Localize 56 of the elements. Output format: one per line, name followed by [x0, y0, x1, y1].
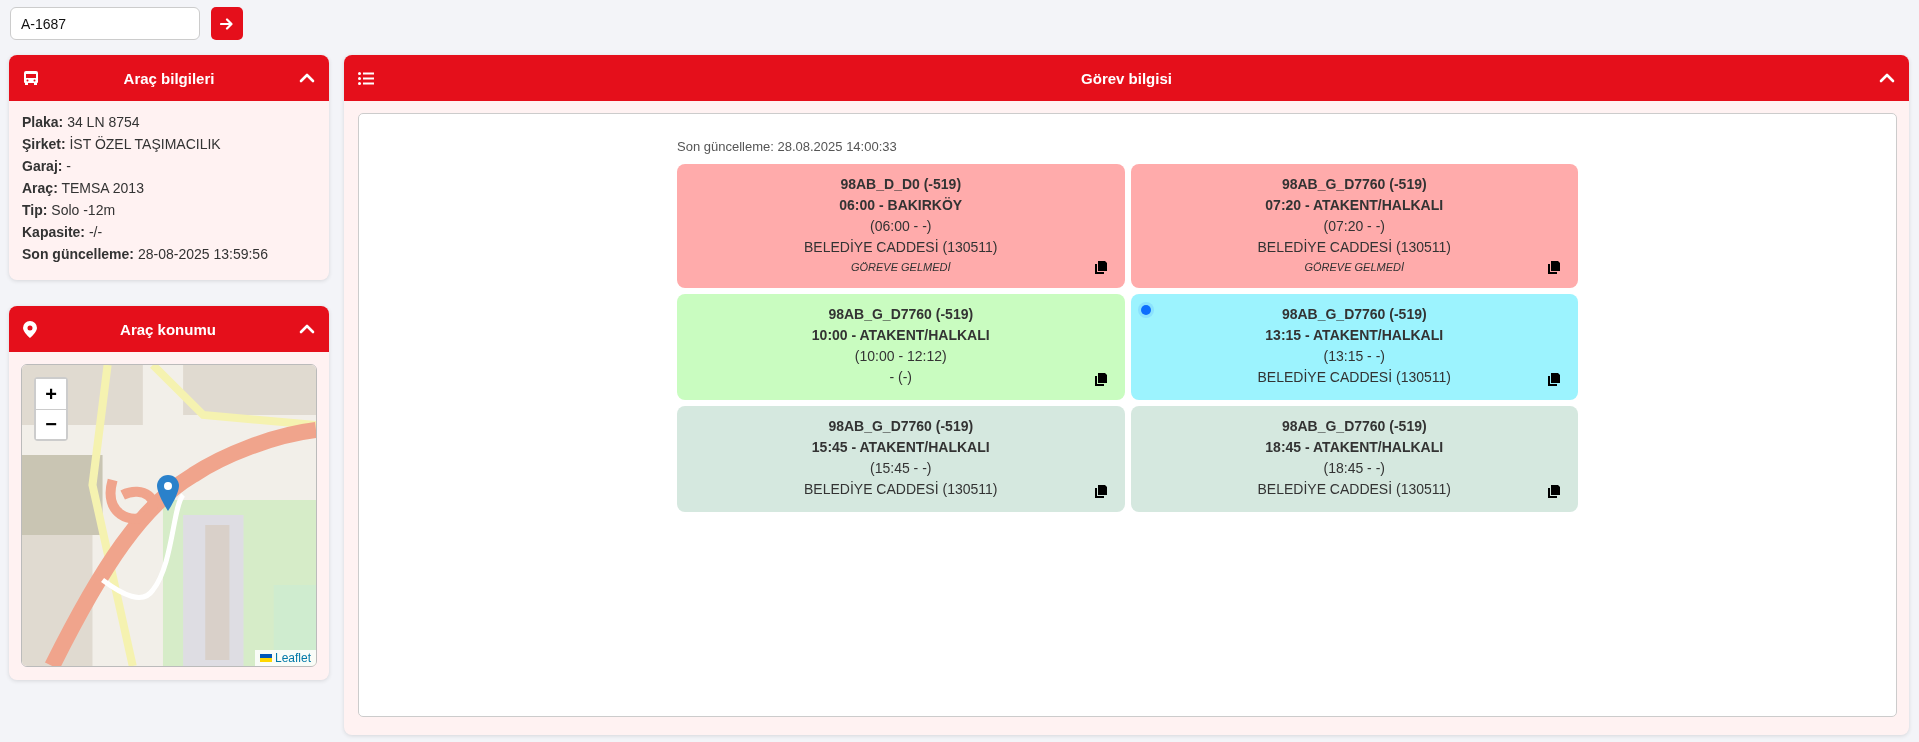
- stop-name: BELEDİYE CADDESİ (130511): [1257, 368, 1451, 387]
- vehicle-search-field[interactable]: A-1687: [10, 7, 200, 40]
- copy-icon[interactable]: [1094, 261, 1107, 274]
- trip-title: 13:15 - ATAKENT/HALKALI: [1265, 326, 1444, 345]
- status-note: GÖREVE GELMEDİ: [850, 260, 951, 275]
- copy-icon[interactable]: [1094, 373, 1107, 386]
- trip-title: 10:00 - ATAKENT/HALKALI: [811, 326, 990, 345]
- trip-times: (06:00 - -): [870, 217, 932, 236]
- bus-icon: [23, 70, 39, 86]
- last-update-text: Son güncelleme: 28.08.2025 14:00:33: [677, 139, 898, 154]
- copy-icon[interactable]: [1548, 373, 1560, 386]
- copy-icon[interactable]: [1548, 485, 1560, 498]
- go-button[interactable]: [211, 7, 243, 40]
- info-line: Tip: Solo -12m: [22, 201, 117, 220]
- attribution-link[interactable]: Leaflet: [254, 650, 316, 666]
- trip-times: (07:20 - -): [1323, 217, 1385, 236]
- flag-icon: [259, 654, 272, 662]
- task-code: 98AB_D_D0 (-519): [840, 175, 962, 194]
- trip-title: 15:45 - ATAKENT/HALKALI: [811, 438, 990, 457]
- trip-times: (10:00 - 12:12): [854, 347, 947, 366]
- trip-title: 18:45 - ATAKENT/HALKALI: [1265, 438, 1444, 457]
- task-code: 98AB_G_D7760 (-519): [1281, 305, 1427, 324]
- panel-title: Araç bilgileri: [122, 69, 216, 87]
- zoom-out-button[interactable]: −: [36, 409, 66, 439]
- trip-title: 06:00 - BAKIRKÖY: [839, 196, 963, 215]
- stop-name: BELEDİYE CADDESİ (130511): [1257, 480, 1451, 499]
- info-line: Son güncelleme: 28-08-2025 13:59:56: [22, 245, 269, 264]
- status-note: GÖREVE GELMEDİ: [1304, 260, 1405, 275]
- task-code: 98AB_G_D7760 (-519): [1281, 175, 1427, 194]
- panel-title: Görev bilgisi: [1080, 69, 1173, 87]
- copy-icon[interactable]: [1094, 485, 1107, 498]
- stop-name: BELEDİYE CADDESİ (130511): [804, 238, 998, 257]
- map-marker-icon[interactable]: [157, 475, 179, 511]
- info-line: Araç: TEMSA 2013: [22, 179, 145, 198]
- info-line: Kapasite: -/-: [22, 223, 104, 242]
- copy-icon[interactable]: [1548, 261, 1560, 274]
- location-pin-icon: [23, 320, 37, 338]
- collapse-button[interactable]: [299, 323, 315, 335]
- info-line: Plaka: 34 LN 8754: [22, 113, 141, 132]
- task-code: 98AB_G_D7760 (-519): [828, 305, 974, 324]
- trip-times: (15:45 - -): [870, 459, 932, 478]
- trip-times: (13:15 - -): [1323, 347, 1385, 366]
- arrow-right-icon: [220, 16, 234, 31]
- task-code: 98AB_G_D7760 (-519): [1281, 417, 1427, 436]
- trip-times: (18:45 - -): [1323, 459, 1385, 478]
- stop-name: - (-): [889, 368, 912, 387]
- stop-name: BELEDİYE CADDESİ (130511): [1257, 238, 1451, 257]
- collapse-button[interactable]: [1879, 72, 1895, 84]
- list-icon: [358, 71, 374, 85]
- stop-name: BELEDİYE CADDESİ (130511): [804, 480, 998, 499]
- task-code: 98AB_G_D7760 (-519): [828, 417, 974, 436]
- collapse-button[interactable]: [299, 72, 315, 84]
- info-line: Şirket: İST ÖZEL TAŞIMACILIK: [22, 135, 222, 154]
- info-line: Garaj: -: [22, 157, 73, 176]
- panel-title: Araç konumu: [119, 320, 217, 338]
- trip-title: 07:20 - ATAKENT/HALKALI: [1265, 196, 1444, 215]
